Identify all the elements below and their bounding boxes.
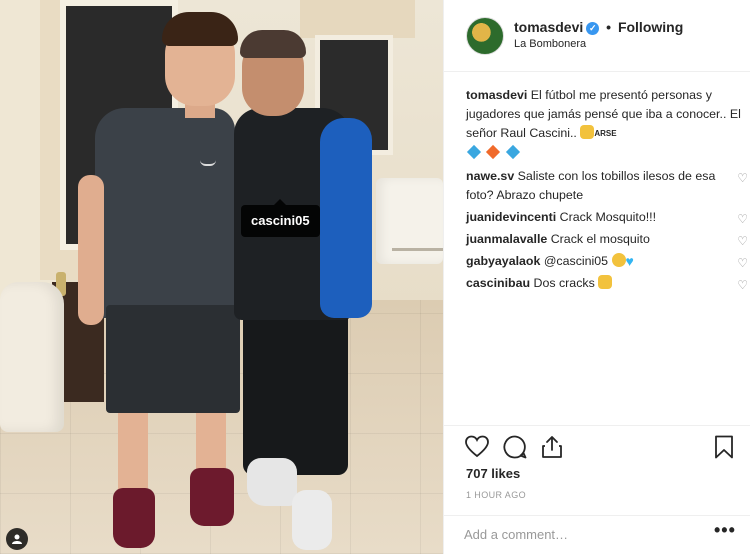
comment-username[interactable]: cascinibau [466,276,530,290]
person-left-arm [78,175,104,325]
person-right-hair [240,30,306,58]
post-timestamp[interactable]: 1 HOUR AGO [466,490,526,500]
caption: tomasdevi El fútbol me presentó personas… [466,86,746,163]
list-item: juanidevincenti Crack Mosquito!!! ♡ [466,208,748,229]
caption-diamonds [466,144,746,163]
user-tag-icon[interactable] [6,528,28,550]
heart-icon[interactable] [464,434,490,460]
clap-emoji-icon [611,253,626,267]
caption-username[interactable]: tomasdevi [466,88,527,102]
photo-user-tag[interactable]: cascini05 [241,199,320,237]
raised-hands-emoji-icon [580,125,595,139]
avatar[interactable] [466,17,504,55]
comment-like-heart-icon[interactable]: ♡ [737,276,748,295]
share-icon[interactable] [540,434,564,460]
photo-sofa [0,282,64,432]
person-left-shoe-left [113,488,155,548]
list-item: cascinibau Dos cracks ♡ [466,274,748,295]
diamond-emoji-icon [466,144,482,160]
person-left-shirt [95,108,235,318]
post-header: tomasdevi ✓ • Following La Bombonera [444,0,750,72]
person-right-pants [243,310,348,475]
list-item: nawe.sv Saliste con los tobillos ilesos … [466,167,748,205]
comment-form: ••• [444,515,750,554]
header-username[interactable]: tomasdevi [514,19,583,35]
caption-badge: ARSE [594,129,617,138]
comment-username[interactable]: juanmalavalle [466,232,547,246]
comment-text: Dos cracks [533,276,595,290]
diamond-emoji-icon [486,144,501,160]
person-right-sleeve [320,118,372,318]
header-location[interactable]: La Bombonera [514,38,586,50]
post-side-panel: tomasdevi ✓ • Following La Bombonera toma… [443,0,750,554]
list-item: juanmalavalle Crack el mosquito ♡ [466,230,748,251]
verified-badge-icon: ✓ [586,22,600,35]
comment-like-heart-icon[interactable]: ♡ [737,254,748,273]
comment-text: Crack el mosquito [550,232,650,246]
list-item: gabyayalaok @cascini05 ♥ ♡ [466,252,748,273]
blue-heart-emoji-icon: ♥ [625,253,634,269]
raised-hands-emoji-icon [598,275,613,289]
comment-text[interactable]: @cascini05 [544,254,608,268]
comment-input[interactable] [464,524,694,544]
more-options-icon[interactable]: ••• [714,520,736,541]
bookmark-icon[interactable] [712,434,736,460]
photo-curtain-right [300,0,415,38]
comment-username[interactable]: juanidevincenti [466,210,556,224]
person-right-shoe-left [247,458,297,506]
person-left-leg-left [118,405,148,495]
comments-list: tomasdevi El fútbol me presentó personas… [466,86,748,296]
comment-like-heart-icon[interactable]: ♡ [737,232,748,251]
comment-icon[interactable] [502,434,528,460]
comment-like-heart-icon[interactable]: ♡ [737,169,748,188]
person-right-shoe-right [292,490,332,550]
comment-username[interactable]: nawe.sv [466,169,514,183]
photo-glass-table [392,248,443,300]
comment-like-heart-icon[interactable]: ♡ [737,210,748,229]
person-left-shorts [106,305,240,413]
follow-status-button[interactable]: Following [618,19,683,35]
person-left-shoe-right [190,468,234,526]
likes-count[interactable]: 707 likes [466,466,520,481]
comment-text: Crack Mosquito!!! [559,210,657,224]
post-photo[interactable]: cascini05 [0,0,443,554]
header-separator: • [606,19,612,35]
comment-username[interactable]: gabyayalaok [466,254,540,268]
person-left-hair [162,12,238,46]
diamond-emoji-icon [505,144,520,160]
